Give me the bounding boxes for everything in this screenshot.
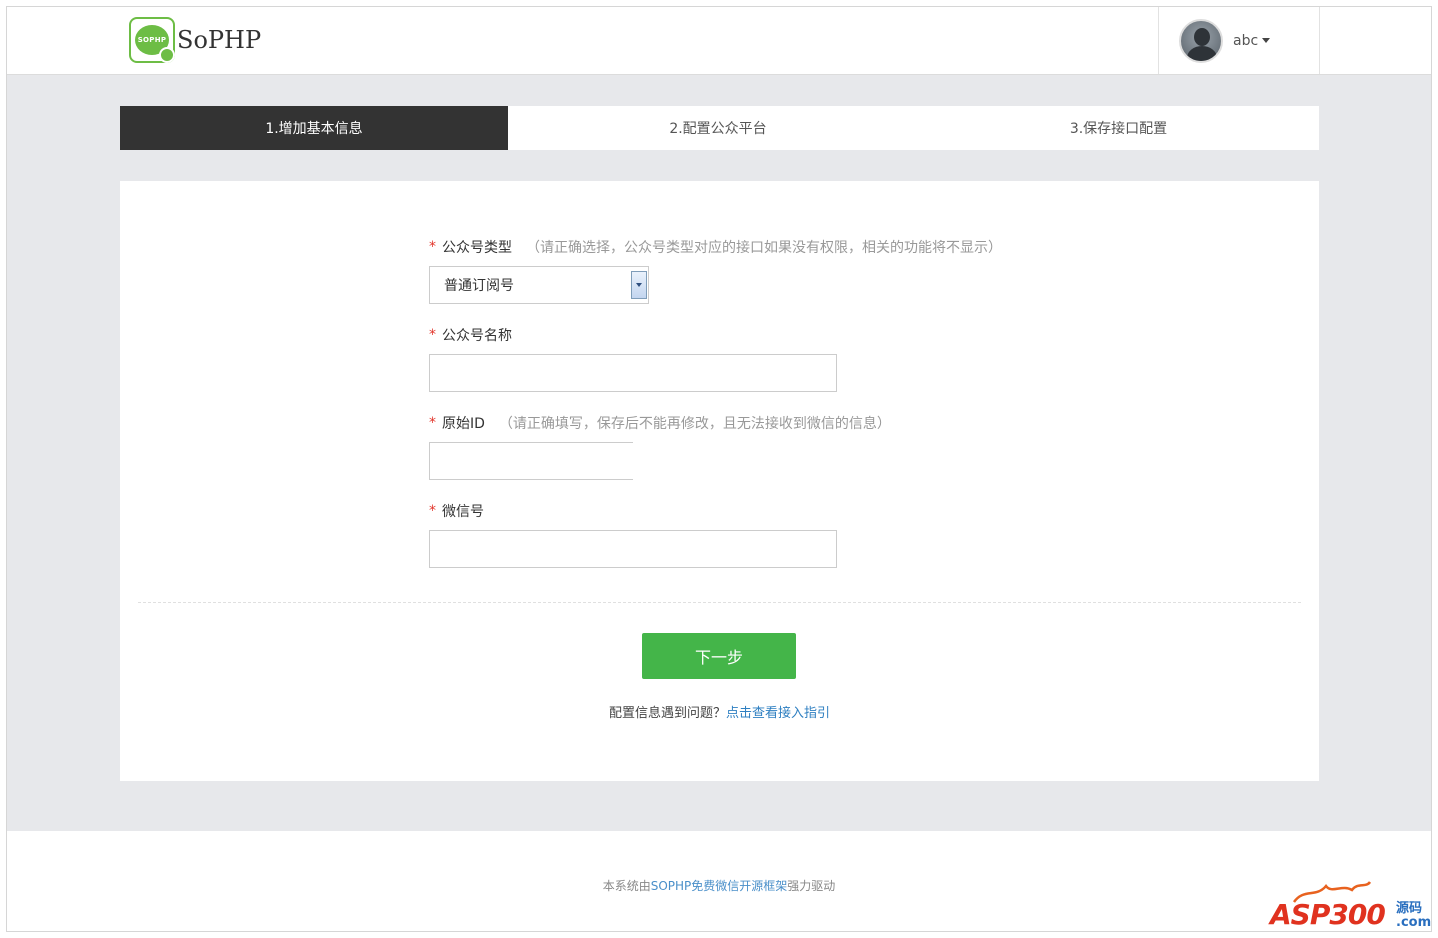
logo-dot-icon — [159, 47, 175, 63]
form-divider — [138, 602, 1301, 603]
guide-link[interactable]: 点击查看接入指引 — [726, 706, 830, 721]
step-2: 2.配置公众平台 — [520, 106, 916, 150]
required-mark: * — [429, 239, 436, 255]
main-area: 1.增加基本信息 2.配置公众平台 3.保存接口配置 * 公众号类型 （请正确选… — [7, 75, 1431, 831]
step-3-label: 3.保存接口配置 — [1069, 121, 1168, 137]
step-1-label: 1.增加基本信息 — [265, 121, 363, 137]
account-type-hint: （请正确选择，公众号类型对应的接口如果没有权限，相关的功能将不显示） — [526, 240, 1002, 256]
account-type-select[interactable]: 普通订阅号 — [429, 266, 649, 304]
required-mark: * — [429, 327, 436, 343]
watermark-logo: ASP300 源码 .com — [1262, 880, 1432, 931]
avatar — [1179, 18, 1223, 63]
step-1: 1.增加基本信息 — [120, 106, 508, 150]
account-name-input[interactable] — [429, 354, 837, 392]
next-step-button[interactable]: 下一步 — [642, 633, 796, 679]
original-id-hint: （请正确填写，保存后不能再修改，且无法接收到微信的信息） — [498, 416, 891, 432]
step-2-label: 2.配置公众平台 — [669, 121, 767, 137]
account-type-label-text: 公众号类型 — [442, 240, 512, 256]
account-name-label-text: 公众号名称 — [442, 328, 512, 344]
browser-frame: SOPHP SoPHP abc 1.增加基本信息 2.配置公众平台 3.保存接口… — [6, 6, 1432, 932]
chevron-down-icon[interactable] — [631, 271, 647, 299]
original-id-input[interactable] — [429, 442, 633, 480]
logo[interactable]: SOPHP SoPHP — [129, 17, 261, 63]
wechat-id-label-text: 微信号 — [442, 504, 484, 520]
help-question: 配置信息遇到问题？ — [608, 706, 726, 721]
wechat-id-input[interactable] — [429, 530, 837, 568]
step-3: 3.保存接口配置 — [918, 106, 1319, 150]
watermark-sub: 源码 .com — [1396, 902, 1431, 930]
required-mark: * — [429, 503, 436, 519]
logo-icon: SOPHP — [129, 17, 175, 63]
footer-prefix: 本系统由 — [602, 879, 651, 893]
account-type-label: * 公众号类型 （请正确选择，公众号类型对应的接口如果没有权限，相关的功能将不显… — [429, 237, 1002, 257]
account-type-selected: 普通订阅号 — [444, 278, 514, 294]
username: abc — [1233, 32, 1259, 49]
step-progress: 1.增加基本信息 2.配置公众平台 3.保存接口配置 — [120, 105, 1319, 151]
footer-link[interactable]: SOPHP免费微信开源框架 — [651, 879, 788, 893]
caret-down-icon — [1262, 38, 1271, 43]
watermark-main: ASP300 — [1270, 898, 1386, 931]
top-header: SOPHP SoPHP abc — [7, 7, 1431, 75]
wechat-id-label: * 微信号 — [429, 501, 484, 521]
form-card: * 公众号类型 （请正确选择，公众号类型对应的接口如果没有权限，相关的功能将不显… — [120, 181, 1319, 781]
logo-text: SoPHP — [177, 26, 262, 54]
watermark-sub-top: 源码 — [1396, 901, 1423, 916]
original-id-label: * 原始ID （请正确填写，保存后不能再修改，且无法接收到微信的信息） — [429, 413, 891, 433]
help-text: 配置信息遇到问题？点击查看接入指引 — [120, 702, 1319, 721]
user-menu[interactable]: abc — [1158, 7, 1320, 74]
account-name-label: * 公众号名称 — [429, 325, 512, 345]
watermark-sub-bottom: .com — [1396, 915, 1432, 930]
required-mark: * — [429, 415, 436, 431]
footer: 本系统由SOPHP免费微信开源框架强力驱动 — [7, 877, 1431, 894]
footer-suffix: 强力驱动 — [787, 879, 836, 893]
original-id-label-text: 原始ID — [442, 416, 485, 432]
